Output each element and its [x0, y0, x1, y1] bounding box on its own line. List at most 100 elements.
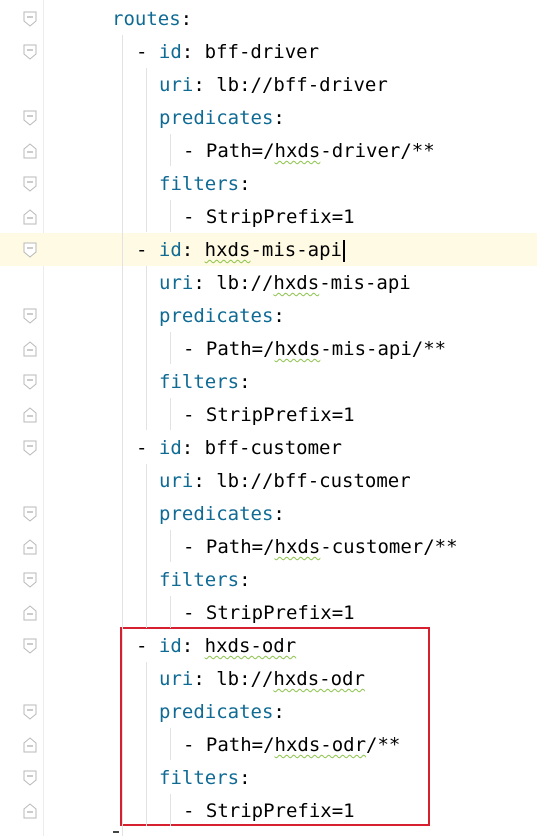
yaml-separator: :: [273, 107, 285, 129]
indent-guide: [170, 134, 171, 166]
yaml-key: filters: [159, 569, 240, 591]
code-line[interactable]: - id: bff-customer: [0, 431, 537, 464]
yaml-key: uri: [159, 470, 194, 492]
annotation-highlight-box: [120, 627, 430, 826]
yaml-separator: :: [239, 173, 251, 195]
code-text: - id: bff-driver: [136, 39, 319, 65]
list-dash: -: [183, 404, 206, 426]
indent-guide: [170, 200, 171, 232]
text-caret: [342, 239, 345, 262]
indent-guide: [146, 464, 147, 628]
fold-open-icon[interactable]: [23, 242, 37, 258]
partial-fold-marker: [113, 831, 119, 833]
yaml-value: Path=/hxds-driver/**: [205, 140, 435, 162]
list-dash: -: [136, 437, 159, 459]
yaml-key: uri: [159, 272, 194, 294]
yaml-separator: :: [181, 41, 205, 63]
fold-open-icon[interactable]: [23, 440, 37, 456]
code-line[interactable]: - StripPrefix=1: [0, 200, 537, 233]
fold-open-icon[interactable]: [23, 638, 37, 654]
yaml-value: lb://bff-customer: [216, 470, 411, 492]
code-text: predicates:: [159, 303, 285, 329]
code-line[interactable]: - Path=/hxds-driver/**: [0, 134, 537, 167]
code-line[interactable]: filters:: [0, 365, 537, 398]
code-line[interactable]: predicates:: [0, 497, 537, 530]
fold-open-icon[interactable]: [23, 506, 37, 522]
yaml-key: routes: [112, 8, 181, 30]
yaml-key: uri: [159, 74, 194, 96]
fold-open-icon[interactable]: [23, 704, 37, 720]
code-line[interactable]: - id: bff-driver: [0, 35, 537, 68]
yaml-separator: :: [239, 371, 251, 393]
code-line[interactable]: predicates:: [0, 299, 537, 332]
fold-open-icon[interactable]: [23, 770, 37, 786]
fold-close-icon[interactable]: [23, 143, 37, 159]
indent-guide: [146, 68, 147, 232]
yaml-key: predicates: [159, 305, 274, 327]
spellcheck-underline: hxds: [274, 536, 321, 558]
yaml-separator: :: [273, 305, 285, 327]
code-text: filters:: [159, 369, 251, 395]
fold-open-icon[interactable]: [23, 308, 37, 324]
yaml-key: filters: [159, 371, 240, 393]
yaml-value: StripPrefix=1: [205, 206, 355, 228]
fold-open-icon[interactable]: [23, 572, 37, 588]
yaml-key: id: [158, 239, 182, 261]
fold-close-icon[interactable]: [23, 605, 37, 621]
list-dash: -: [136, 41, 159, 63]
fold-close-icon[interactable]: [23, 209, 37, 225]
code-text: - Path=/hxds-mis-api/**: [183, 336, 446, 362]
code-line[interactable]: routes:: [0, 2, 537, 35]
code-text: filters:: [159, 171, 251, 197]
fold-close-icon[interactable]: [23, 341, 37, 357]
fold-open-icon[interactable]: [23, 176, 37, 192]
indent-guide: [170, 794, 171, 826]
list-dash: -: [183, 338, 206, 360]
yaml-separator: :: [180, 8, 193, 30]
code-line-current[interactable]: - id: hxds-mis-api: [0, 233, 537, 266]
list-dash: -: [183, 602, 206, 624]
spellcheck-underline: hxds: [274, 338, 321, 360]
code-line[interactable]: predicates:: [0, 101, 537, 134]
yaml-value: lb://hxds-mis-api: [216, 272, 411, 294]
code-line[interactable]: - StripPrefix=1: [0, 596, 537, 629]
yaml-value: StripPrefix=1: [205, 404, 355, 426]
fold-open-icon[interactable]: [23, 44, 37, 60]
fold-close-icon[interactable]: [23, 737, 37, 753]
yaml-value: bff-driver: [204, 41, 320, 63]
indent-guide: [170, 530, 171, 562]
yaml-separator: :: [193, 74, 217, 96]
yaml-separator: :: [193, 470, 217, 492]
code-line[interactable]: - Path=/hxds-mis-api/**: [0, 332, 537, 365]
fold-close-icon[interactable]: [23, 803, 37, 819]
yaml-separator: :: [239, 569, 251, 591]
indent-guide: [122, 35, 123, 836]
code-line[interactable]: - StripPrefix=1: [0, 398, 537, 431]
code-text: filters:: [159, 567, 251, 593]
spellcheck-underline: hxds: [274, 140, 321, 162]
yaml-value: bff-customer: [204, 437, 342, 459]
yaml-key: id: [158, 41, 182, 63]
yaml-key: id: [158, 437, 182, 459]
code-text: - id: hxds-mis-api: [136, 237, 345, 263]
fold-open-icon[interactable]: [23, 11, 37, 27]
list-dash: -: [183, 536, 206, 558]
code-line[interactable]: uri: lb://bff-customer: [0, 464, 537, 497]
yaml-value: Path=/hxds-customer/**: [205, 536, 458, 558]
list-dash: -: [183, 206, 206, 228]
fold-open-icon[interactable]: [23, 110, 37, 126]
code-line[interactable]: filters:: [0, 167, 537, 200]
code-line[interactable]: uri: lb://bff-driver: [0, 68, 537, 101]
fold-close-icon[interactable]: [23, 539, 37, 555]
indent-guide: [170, 398, 171, 430]
code-line[interactable]: filters:: [0, 563, 537, 596]
indent-guide: [146, 662, 147, 826]
yaml-separator: :: [181, 239, 205, 261]
code-line[interactable]: - Path=/hxds-customer/**: [0, 530, 537, 563]
code-text: predicates:: [159, 105, 285, 131]
yaml-separator: :: [193, 272, 217, 294]
fold-open-icon[interactable]: [23, 374, 37, 390]
code-line[interactable]: uri: lb://hxds-mis-api: [0, 266, 537, 299]
yaml-key: predicates: [159, 503, 274, 525]
fold-close-icon[interactable]: [23, 407, 37, 423]
